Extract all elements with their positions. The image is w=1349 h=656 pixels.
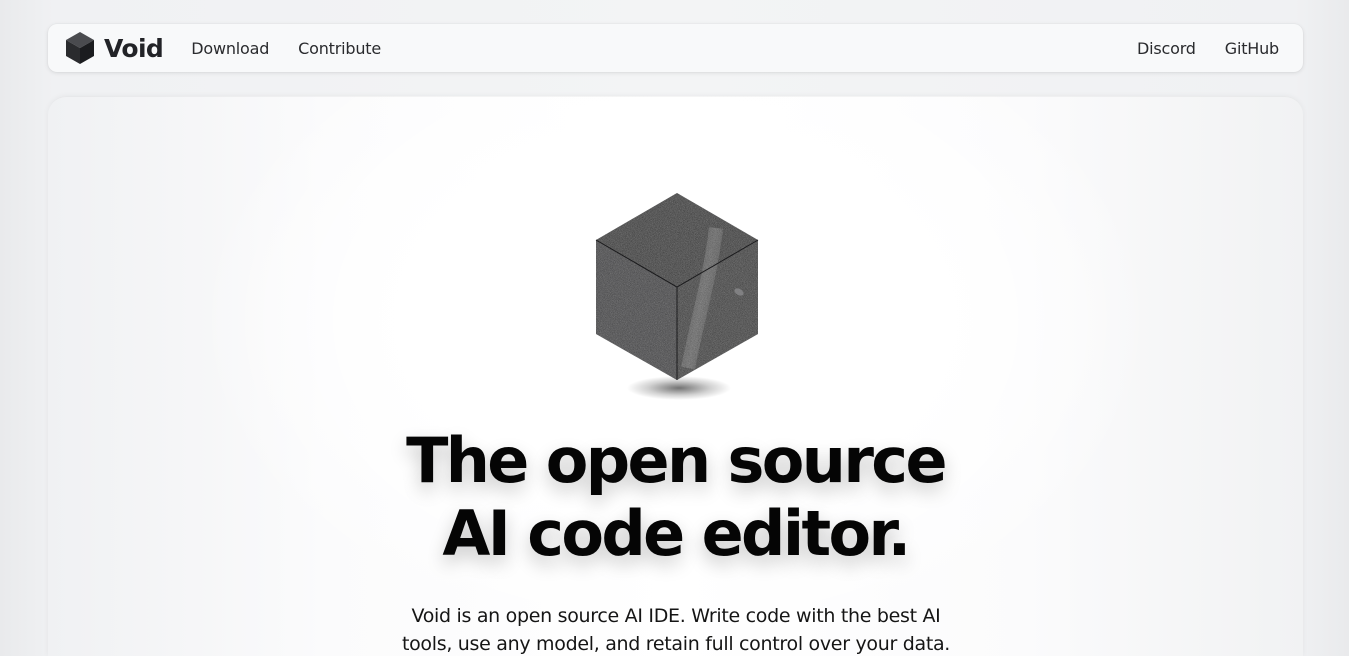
hero-section: The open source AI code editor. Void is … [48,96,1303,656]
hero-description: Void is an open source AI IDE. Write cod… [401,605,951,655]
headline-line-2: AI code editor. [442,497,911,570]
nav-discord-link[interactable]: Discord [1137,39,1196,58]
hero-headline: The open source AI code editor. [48,424,1303,570]
nav-left-links: Download Contribute [191,39,381,58]
hero-cube [588,188,768,408]
brand-home-link[interactable]: Void [64,31,164,65]
nav-github-link[interactable]: GitHub [1225,39,1279,58]
brand-name: Void [104,33,164,63]
nav-right-links: Discord GitHub [1137,39,1279,58]
void-cube-logo-icon [66,32,94,64]
black-cube-icon [595,193,759,400]
nav-download-link[interactable]: Download [191,39,269,58]
headline-line-1: The open source [406,424,947,497]
top-navbar: Void Download Contribute Discord GitHub [48,24,1303,72]
nav-contribute-link[interactable]: Contribute [298,39,381,58]
